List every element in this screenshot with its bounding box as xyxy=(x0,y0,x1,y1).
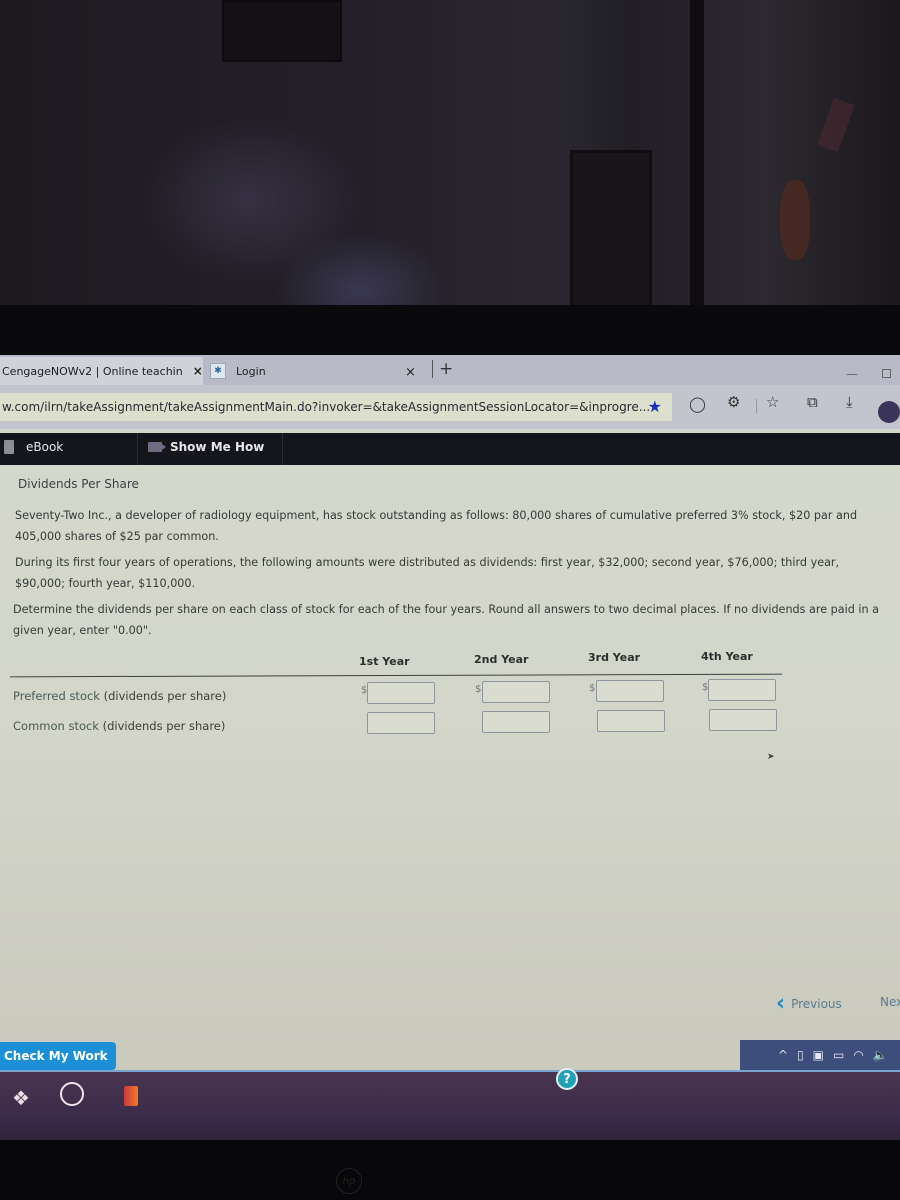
column-header: 4th Year xyxy=(701,650,753,663)
maximize-window-icon[interactable] xyxy=(882,369,891,378)
video-camera-icon xyxy=(148,442,166,452)
office-icon[interactable] xyxy=(124,1086,138,1106)
chevron-left-icon: ‹ xyxy=(776,991,786,1016)
preferred-year2-input[interactable] xyxy=(482,681,550,703)
previous-button[interactable]: ‹ Previous xyxy=(776,991,842,1016)
row-label-main: Common stock xyxy=(13,719,99,733)
column-header: 3rd Year xyxy=(588,651,641,664)
nav-divider xyxy=(282,433,283,465)
question-title: Dividends Per Share xyxy=(18,477,139,491)
show-me-how-label: Show Me How xyxy=(170,440,265,454)
help-icon[interactable]: ? xyxy=(556,1068,578,1090)
wall-decoration xyxy=(780,180,810,260)
nav-divider xyxy=(137,433,138,465)
wifi-icon[interactable]: ◠ xyxy=(853,1048,863,1062)
currency-symbol: $ xyxy=(475,684,482,695)
close-tab-icon[interactable]: × xyxy=(193,364,203,378)
table-header-rule xyxy=(10,673,782,678)
hp-logo: hp xyxy=(336,1168,362,1194)
close-tab-icon[interactable]: × xyxy=(405,365,416,380)
minimize-window-icon[interactable]: — xyxy=(846,367,858,381)
row-label-preferred: Preferred stock (dividends per share) xyxy=(13,689,226,703)
book-icon xyxy=(4,440,14,454)
favorite-star-icon[interactable]: ★ xyxy=(648,397,662,416)
background-doorway xyxy=(570,150,652,320)
preferred-year1-input[interactable] xyxy=(367,682,435,704)
screen-icon[interactable]: ▣ xyxy=(813,1048,824,1062)
collections-icon[interactable]: ⧉ xyxy=(807,393,818,411)
meet-now-icon[interactable]: ▯ xyxy=(797,1048,804,1062)
volume-icon[interactable]: 🔈 xyxy=(873,1048,888,1062)
ebook-button[interactable]: eBook xyxy=(4,440,63,454)
laptop-bottom-bezel xyxy=(0,1140,900,1200)
laptop-bezel xyxy=(0,305,900,360)
question-paragraph: Seventy-Two Inc., a developer of radiolo… xyxy=(15,509,858,543)
common-year4-input[interactable] xyxy=(709,709,777,731)
chevron-up-icon[interactable]: ^ xyxy=(778,1048,788,1062)
address-bar[interactable]: w.com/ilrn/takeAssignment/takeAssignment… xyxy=(0,393,672,421)
new-tab-button[interactable]: + xyxy=(432,360,453,378)
downloads-icon[interactable]: ⤓ xyxy=(846,393,853,411)
check-my-work-button[interactable]: Check My Work xyxy=(0,1042,116,1070)
browser-tab-bar: CengageNOWv2 | Online teachin × ✱ Login … xyxy=(0,355,900,385)
tab-title: Login xyxy=(236,364,266,378)
system-tray-area: ^ ▯ ▣ ▭ ◠ 🔈 xyxy=(740,1040,900,1072)
preferred-year3-input[interactable] xyxy=(596,680,664,702)
assignment-nav-bar: eBook Show Me How xyxy=(0,433,900,465)
answer-table: 1st Year 2nd Year 3rd Year 4th Year Pref… xyxy=(0,645,900,745)
wall-picture-frame xyxy=(222,0,342,62)
background-wall-edge xyxy=(690,0,704,330)
row-label-main: Preferred stock xyxy=(13,689,100,703)
profile-avatar[interactable] xyxy=(878,401,900,423)
row-label-paren: (dividends per share) xyxy=(102,719,226,733)
column-header: 2nd Year xyxy=(474,653,529,666)
favorites-list-icon[interactable]: ☆ xyxy=(766,393,779,411)
dropbox-icon[interactable]: ❖ xyxy=(12,1086,30,1110)
wall-decoration xyxy=(817,97,855,153)
next-button[interactable]: Nex xyxy=(880,995,900,1009)
preferred-year4-input[interactable] xyxy=(708,679,776,701)
tab-cengage[interactable]: CengageNOWv2 | Online teachin × xyxy=(0,357,203,385)
common-year1-input[interactable] xyxy=(367,712,435,734)
circle-extension-icon[interactable]: ◯ xyxy=(689,395,706,413)
row-label-common: Common stock (dividends per share) xyxy=(13,719,225,733)
tab-login[interactable]: ✱ Login xyxy=(210,359,266,383)
common-year3-input[interactable] xyxy=(597,710,665,732)
battery-icon[interactable]: ▭ xyxy=(833,1048,844,1062)
column-header: 1st Year xyxy=(359,655,410,668)
app-arch-icon[interactable] xyxy=(60,1082,84,1106)
question-instructions: Determine the dividends per share on eac… xyxy=(13,603,879,637)
login-favicon-icon: ✱ xyxy=(210,363,226,379)
browser-toolbar: w.com/ilrn/takeAssignment/takeAssignment… xyxy=(0,385,900,429)
previous-label: Previous xyxy=(791,997,842,1011)
url-text: w.com/ilrn/takeAssignment/takeAssignment… xyxy=(2,400,651,414)
toolbar-divider xyxy=(756,399,757,413)
background-room-photo xyxy=(0,0,900,330)
currency-symbol: $ xyxy=(589,683,596,694)
show-me-how-button[interactable]: Show Me How xyxy=(148,440,264,454)
mouse-cursor-icon: ➤ xyxy=(767,752,775,762)
tab-title: CengageNOWv2 | Online teachin xyxy=(2,364,183,378)
laptop-screen: CengageNOWv2 | Online teachin × ✱ Login … xyxy=(0,355,900,1085)
puzzle-extensions-icon[interactable]: ⚙ xyxy=(727,393,740,411)
taskbar: ❖ ? xyxy=(0,1068,900,1150)
row-label-paren: (dividends per share) xyxy=(103,689,227,703)
ebook-label: eBook xyxy=(26,440,64,454)
question-paragraph: During its first four years of operation… xyxy=(15,556,840,590)
common-year2-input[interactable] xyxy=(482,711,550,733)
